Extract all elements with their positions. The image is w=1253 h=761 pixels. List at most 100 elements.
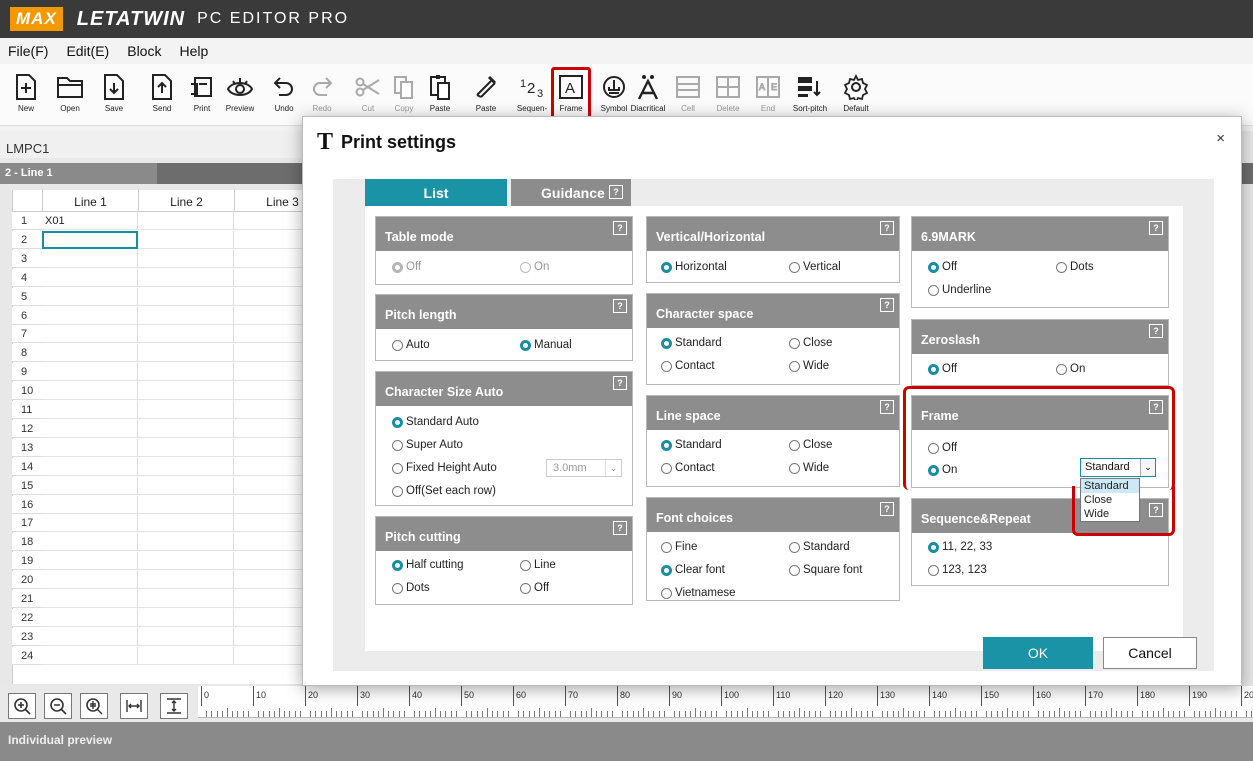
- grid-cell[interactable]: [42, 401, 138, 419]
- grid-cell[interactable]: [42, 325, 138, 344]
- grid-cell[interactable]: [138, 438, 234, 457]
- grid-cell[interactable]: [42, 419, 138, 438]
- zoom-out-button[interactable]: [44, 693, 72, 719]
- table-mode-off-radio[interactable]: Off: [392, 261, 421, 273]
- help-icon[interactable]: ?: [880, 221, 894, 235]
- zoom-fit-button[interactable]: [80, 693, 108, 719]
- grid-cell[interactable]: [138, 495, 234, 514]
- grid-cell[interactable]: [42, 268, 138, 287]
- grid-cell[interactable]: [42, 514, 138, 533]
- char-space-standard-radio[interactable]: Standard: [661, 337, 722, 349]
- char-space-contact-radio[interactable]: Contact: [661, 360, 715, 372]
- row-number[interactable]: 24: [12, 646, 42, 665]
- zeroslash-off-radio[interactable]: Off: [928, 363, 957, 375]
- redo-button[interactable]: Redo: [300, 70, 344, 122]
- seq-11-22-33-radio[interactable]: 11, 22, 33: [928, 541, 992, 553]
- font-fine-radio[interactable]: Fine: [661, 541, 697, 553]
- help-icon[interactable]: ?: [613, 376, 627, 390]
- help-icon[interactable]: ?: [880, 502, 894, 516]
- row-number[interactable]: 11: [12, 401, 42, 419]
- seq-123-123-radio[interactable]: 123, 123: [928, 564, 987, 576]
- cut-off-radio[interactable]: Off: [520, 582, 549, 594]
- tab-list[interactable]: List: [365, 179, 507, 206]
- row-number[interactable]: 8: [12, 344, 42, 363]
- end-button[interactable]: AE End: [746, 70, 790, 122]
- grid-cell[interactable]: [138, 325, 234, 344]
- cut-line-radio[interactable]: Line: [520, 559, 556, 571]
- zoom-in-button[interactable]: [8, 693, 36, 719]
- paste-button[interactable]: Paste: [418, 70, 462, 122]
- standard-auto-radio[interactable]: Standard Auto: [392, 416, 479, 428]
- menu-edit[interactable]: Edit(E): [66, 43, 109, 59]
- char-space-wide-radio[interactable]: Wide: [789, 360, 829, 372]
- ok-button[interactable]: OK: [983, 637, 1093, 669]
- fixed-height-radio[interactable]: Fixed Height Auto: [392, 462, 497, 474]
- cell-button[interactable]: Cell: [666, 70, 710, 122]
- fit-width-button[interactable]: [120, 693, 148, 719]
- grid-cell[interactable]: [138, 230, 234, 249]
- half-cutting-radio[interactable]: Half cutting: [392, 559, 464, 571]
- cut-dots-radio[interactable]: Dots: [392, 582, 430, 594]
- preview-button[interactable]: Preview: [218, 70, 262, 122]
- off-set-each-row-radio[interactable]: Off(Set each row): [392, 485, 496, 497]
- send-button[interactable]: Send: [140, 70, 184, 122]
- mark69-underline-radio[interactable]: Underline: [928, 284, 991, 296]
- row-number[interactable]: 1: [12, 212, 42, 230]
- row-number[interactable]: 9: [12, 363, 42, 382]
- row-number[interactable]: 6: [12, 306, 42, 325]
- open-button[interactable]: Open: [48, 70, 92, 122]
- grid-cell[interactable]: [138, 627, 234, 646]
- grid-cell[interactable]: [138, 249, 234, 268]
- row-number[interactable]: 19: [12, 552, 42, 571]
- grid-cell[interactable]: [42, 249, 138, 268]
- help-icon[interactable]: ?: [1149, 221, 1163, 235]
- font-standard-radio[interactable]: Standard: [789, 541, 850, 553]
- grid-cell[interactable]: [42, 457, 138, 476]
- grid-cell[interactable]: [138, 401, 234, 419]
- pitch-auto-radio[interactable]: Auto: [392, 339, 430, 351]
- cancel-button[interactable]: Cancel: [1103, 637, 1197, 669]
- grid-cell[interactable]: X01: [42, 212, 138, 230]
- grid-cell[interactable]: [42, 590, 138, 608]
- row-number[interactable]: 13: [12, 438, 42, 457]
- column-header[interactable]: Line 1: [43, 190, 139, 212]
- grid-cell[interactable]: [42, 438, 138, 457]
- row-number[interactable]: 3: [12, 249, 42, 268]
- grid-cell[interactable]: [42, 552, 138, 571]
- grid-cell[interactable]: [42, 571, 138, 590]
- row-number[interactable]: 17: [12, 514, 42, 533]
- grid-cell[interactable]: [42, 495, 138, 514]
- grid-cell[interactable]: [138, 268, 234, 287]
- help-icon[interactable]: ?: [613, 221, 627, 235]
- horizontal-radio[interactable]: Horizontal: [661, 261, 727, 273]
- row-number[interactable]: 15: [12, 476, 42, 495]
- row-number[interactable]: 12: [12, 419, 42, 438]
- help-icon[interactable]: ?: [613, 521, 627, 535]
- grid-cell[interactable]: [138, 457, 234, 476]
- row-number[interactable]: 2: [12, 230, 42, 249]
- menu-help[interactable]: Help: [179, 43, 208, 59]
- help-icon[interactable]: ?: [880, 400, 894, 414]
- row-number[interactable]: 21: [12, 590, 42, 608]
- grid-cell[interactable]: [42, 230, 138, 249]
- row-number[interactable]: 16: [12, 495, 42, 514]
- grid-cell[interactable]: [42, 608, 138, 627]
- default-button[interactable]: Default: [834, 70, 878, 122]
- grid-cell[interactable]: [138, 552, 234, 571]
- grid-cell[interactable]: [42, 476, 138, 495]
- paste-special-button[interactable]: Paste: [464, 70, 508, 122]
- zeroslash-on-radio[interactable]: On: [1056, 363, 1085, 375]
- help-icon[interactable]: ?: [1149, 324, 1163, 338]
- row-number[interactable]: 10: [12, 382, 42, 401]
- help-icon[interactable]: ?: [609, 185, 623, 199]
- line-space-close-radio[interactable]: Close: [789, 439, 832, 451]
- grid-cell[interactable]: [42, 287, 138, 306]
- font-clear-radio[interactable]: Clear font: [661, 564, 725, 576]
- grid-cell[interactable]: [138, 212, 234, 230]
- row-number[interactable]: 23: [12, 627, 42, 646]
- mark69-off-radio[interactable]: Off: [928, 261, 957, 273]
- grid-cell[interactable]: [42, 306, 138, 325]
- grid-cell[interactable]: [138, 533, 234, 552]
- super-auto-radio[interactable]: Super Auto: [392, 439, 463, 451]
- close-button[interactable]: ×: [1216, 130, 1225, 147]
